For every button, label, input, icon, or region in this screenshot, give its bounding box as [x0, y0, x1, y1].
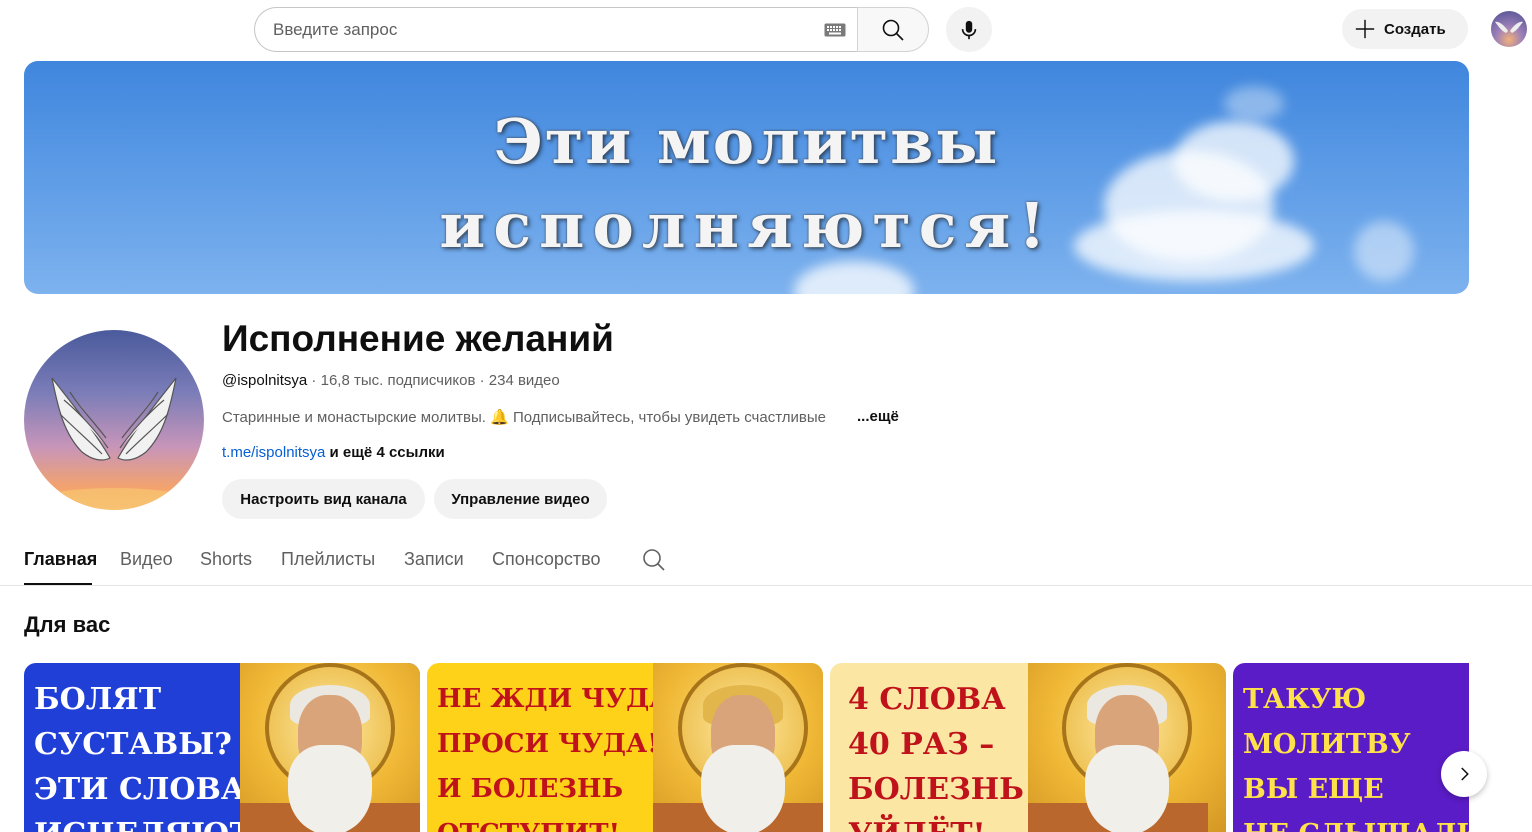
video-thumbnail[interactable]: БОЛЯТ СУСТАВЫ? ЭТИ СЛОВА ИСЦЕЛЯЮТ!: [24, 663, 420, 832]
channel-links: t.me/ispolnitsya и ещё 4 ссылки: [222, 444, 445, 461]
customize-channel-button[interactable]: Настроить вид канала: [222, 479, 425, 519]
search-box[interactable]: [254, 7, 858, 52]
channel-tabs: Главная Видео Shorts Плейлисты Записи Сп…: [0, 540, 1532, 586]
thumbnail-text: НЕ ЖДИ ЧУДА! ПРОСИ ЧУДА! И БОЛЕЗНЬ ОТСТУ…: [437, 684, 682, 832]
channel-search-icon[interactable]: [642, 548, 666, 572]
video-thumbnail[interactable]: НЕ ЖДИ ЧУДА! ПРОСИ ЧУДА! И БОЛЕЗНЬ ОТСТУ…: [427, 663, 823, 832]
plus-icon: [1355, 19, 1375, 39]
channel-meta: @ispolnitsya · 16,8 тыс. подписчиков · 2…: [222, 372, 560, 389]
thumbnail-text: ТАКУЮ МОЛИТВУ ВЫ ЕЩЕ НЕ СЛЫШАЛИ!: [1243, 684, 1469, 832]
more-links[interactable]: и ещё 4 ссылки: [325, 444, 445, 461]
tab-home[interactable]: Главная: [24, 549, 97, 570]
video-shelf: БОЛЯТ СУСТАВЫ? ЭТИ СЛОВА ИСЦЕЛЯЮТ! НЕ ЖД…: [24, 663, 1469, 832]
create-label: Создать: [1384, 20, 1446, 38]
section-title: Для вас: [24, 612, 111, 637]
channel-avatar[interactable]: [24, 330, 204, 510]
tab-shorts[interactable]: Shorts: [200, 549, 252, 570]
create-button[interactable]: Создать: [1342, 9, 1468, 49]
wings-icon: [34, 377, 194, 510]
channel-description[interactable]: Старинные и монастырские молитвы. 🔔 Подп…: [222, 408, 902, 428]
search-icon: [882, 19, 904, 41]
search-button[interactable]: [857, 7, 929, 52]
tab-playlists[interactable]: Плейлисты: [281, 549, 375, 570]
saint-icon: [653, 663, 823, 832]
subscriber-count: 16,8 тыс. подписчиков: [320, 372, 476, 389]
channel-title: Исполнение желаний: [222, 318, 614, 359]
banner-title-line2: исполняются!: [439, 189, 1054, 262]
active-tab-indicator: [24, 583, 92, 585]
meta-separator: ·: [307, 372, 321, 389]
thumbnail-text: 4 СЛОВА 40 РАЗ – БОЛЕЗНЬ УЙДЁТ!: [848, 682, 1024, 832]
description-more-link[interactable]: ...ещё: [855, 408, 899, 425]
tab-posts[interactable]: Записи: [404, 549, 464, 570]
keyboard-icon[interactable]: [824, 22, 846, 38]
channel-handle: @ispolnitsya: [222, 372, 308, 389]
saint-icon: [240, 663, 420, 832]
avatar[interactable]: [1491, 11, 1527, 47]
saint-icon: [1028, 663, 1226, 832]
voice-search-button[interactable]: [946, 7, 992, 52]
shelf-next-button[interactable]: [1441, 751, 1487, 797]
chevron-right-icon: [1461, 767, 1469, 781]
top-bar: Создать: [0, 0, 1532, 58]
description-text: Старинные и монастырские молитвы. 🔔 Подп…: [222, 409, 826, 426]
mic-icon: [961, 20, 977, 39]
wings-icon: [1495, 21, 1523, 33]
channel-banner: Эти молитвы исполняются!: [24, 61, 1469, 294]
tab-videos[interactable]: Видео: [120, 549, 173, 570]
telegram-link[interactable]: t.me/ispolnitsya: [222, 444, 325, 461]
video-thumbnail[interactable]: ТАКУЮ МОЛИТВУ ВЫ ЕЩЕ НЕ СЛЫШАЛИ!: [1233, 663, 1469, 832]
banner-title-line1: Эти молитвы: [493, 105, 1000, 178]
video-thumbnail[interactable]: 4 СЛОВА 40 РАЗ – БОЛЕЗНЬ УЙДЁТ!: [830, 663, 1226, 832]
video-count: 234 видео: [488, 372, 560, 389]
meta-separator: ·: [475, 372, 489, 389]
search-input[interactable]: [273, 19, 793, 40]
manage-videos-button[interactable]: Управление видео: [434, 479, 607, 519]
tab-sponsorship[interactable]: Спонсорство: [492, 549, 601, 570]
thumbnail-text: БОЛЯТ СУСТАВЫ? ЭТИ СЛОВА ИСЦЕЛЯЮТ!: [34, 682, 265, 832]
